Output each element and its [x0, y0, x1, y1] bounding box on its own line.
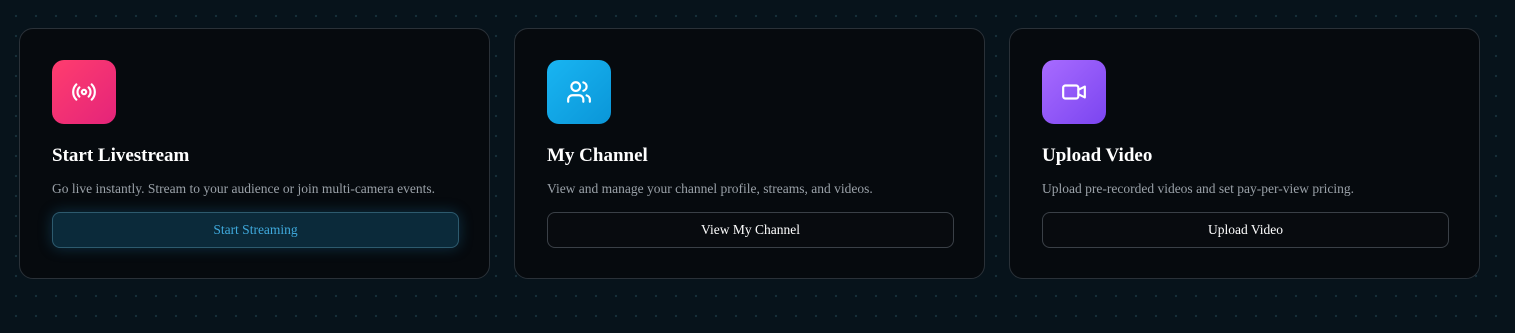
card-description: Go live instantly. Stream to your audien…: [52, 181, 436, 196]
start-streaming-button[interactable]: Start Streaming: [52, 212, 459, 248]
upload-video-button[interactable]: Upload Video: [1042, 212, 1449, 248]
card-description: View and manage your channel profile, st…: [547, 181, 873, 196]
action-cards: Start Livestream Go live instantly. Stre…: [19, 28, 1480, 279]
video-camera-icon: [1042, 60, 1106, 124]
card-start-livestream: Start Livestream Go live instantly. Stre…: [19, 28, 490, 279]
card-title: Start Livestream: [52, 145, 190, 166]
broadcast-icon: [52, 60, 116, 124]
card-my-channel: My Channel View and manage your channel …: [514, 28, 985, 279]
card-upload-video: Upload Video Upload pre-recorded videos …: [1009, 28, 1480, 279]
card-description: Upload pre-recorded videos and set pay-p…: [1042, 181, 1354, 196]
card-title: Upload Video: [1042, 145, 1153, 166]
view-my-channel-button[interactable]: View My Channel: [547, 212, 954, 248]
card-title: My Channel: [547, 145, 648, 166]
users-icon: [547, 60, 611, 124]
